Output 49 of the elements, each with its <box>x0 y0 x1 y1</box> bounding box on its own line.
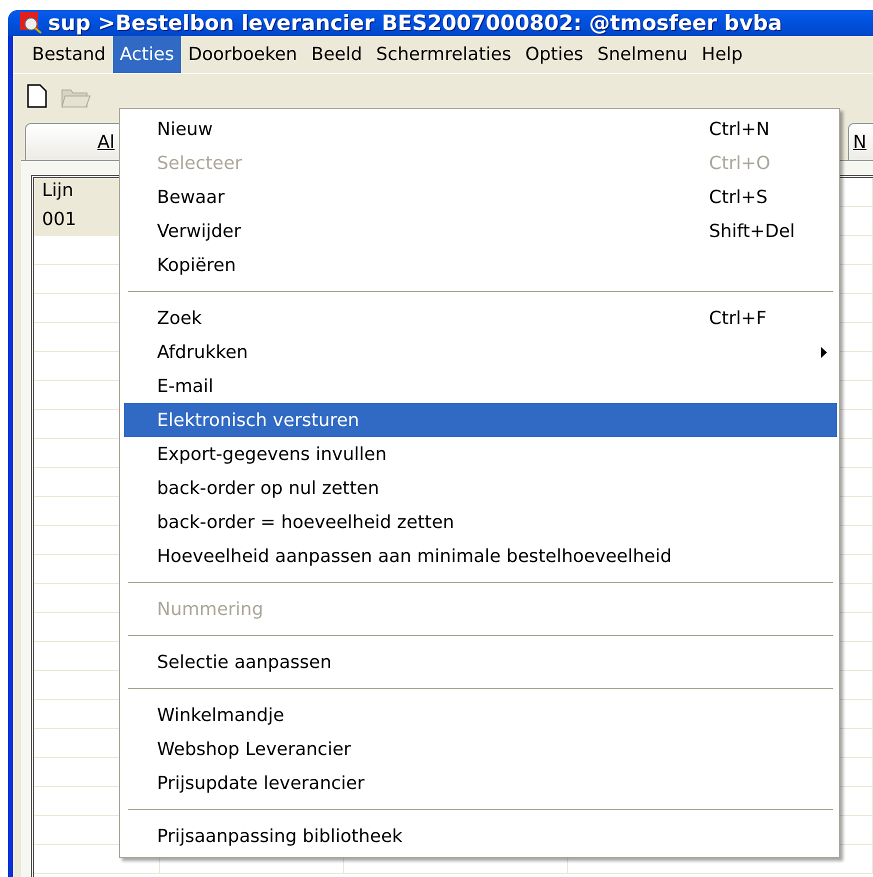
menu-item-label: Export-gegevens invullen <box>157 444 388 464</box>
menu-item-label: Nummering <box>157 598 264 620</box>
menu-item-label: Verwijder <box>157 220 242 242</box>
menu-item-label: back-order op nul zetten <box>157 478 380 498</box>
menu-bar-item[interactable]: Schermrelaties <box>369 36 518 73</box>
menu-item-label: Zoek <box>157 308 203 328</box>
menu-item[interactable]: Winkelmandje <box>124 698 837 732</box>
menu-bar-item[interactable]: Doorboeken <box>181 36 304 73</box>
menu-item[interactable]: Zoek Ctrl+F <box>124 301 837 335</box>
window-title: sup >Bestelbon leverancier BES2007000802: @tmosfeer bvba <box>48 11 782 35</box>
menu-item[interactable]: E-mail <box>124 369 837 403</box>
shortcut-text: Ctrl+S <box>709 186 769 208</box>
menu-item-label: Hoeveelheid aanpassen aan minimale bestelhoeveelheid <box>157 546 673 566</box>
menu-item-label: Elektronisch versturen <box>157 410 360 430</box>
menu-item-label: Afdrukken <box>157 342 249 362</box>
menu-item-label: Winkelmandje <box>157 704 286 726</box>
menu-item[interactable]: Export-gegevens invullen <box>124 437 837 471</box>
menu-bar-item[interactable]: Help <box>694 36 750 73</box>
app-icon <box>20 12 42 34</box>
menu-item-label: Selectie aanpassen <box>157 652 332 672</box>
menu-item[interactable]: back-order = hoeveelheid zetten <box>124 505 837 539</box>
menu-item-label: back-order = hoeveelheid zetten <box>157 512 456 532</box>
menu-bar-item[interactable]: Bestand <box>25 36 113 73</box>
new-document-icon[interactable] <box>27 84 47 108</box>
menu-bar-item[interactable]: Beeld <box>304 36 370 73</box>
menu-item[interactable]: Prijsaanpassing bibliotheek <box>124 819 837 853</box>
menu-item[interactable]: Elektronisch versturen <box>124 403 837 437</box>
menu-item-label: Prijsaanpassing bibliotheek <box>157 826 404 846</box>
menu-bar-item[interactable]: Snelmenu <box>590 36 695 73</box>
shortcut-text: Ctrl+F <box>709 308 768 328</box>
submenu-arrow-icon <box>821 346 827 358</box>
shortcut-text: Ctrl+O <box>709 152 772 174</box>
menu-item[interactable]: Prijsupdate leverancier <box>124 766 837 800</box>
menu-bar-item[interactable]: Opties <box>518 36 590 73</box>
menu-item-label: E-mail <box>157 376 214 396</box>
menu-item[interactable]: Kopiëren <box>124 248 837 282</box>
menu-bar-item[interactable]: Acties <box>112 36 182 73</box>
shortcut-text: Shift+Del <box>709 220 796 242</box>
menu-item-label: Bewaar <box>157 186 226 208</box>
shortcut-text: Ctrl+N <box>709 118 771 140</box>
menu-item[interactable]: Selectie aanpassen <box>124 645 837 679</box>
menu-item-label: Webshop Leverancier <box>157 738 352 760</box>
menu-item[interactable]: Afdrukken <box>124 335 837 369</box>
menu-item-label: Kopiëren <box>157 254 237 276</box>
menu-item[interactable]: Hoeveelheid aanpassen aan minimale bestelhoeveelheid <box>124 539 837 573</box>
menu-item[interactable]: back-order op nul zetten <box>124 471 837 505</box>
menu-item[interactable]: Webshop Leverancier <box>124 732 837 766</box>
menu-item-label: Prijsupdate leverancier <box>157 772 366 794</box>
tab[interactable]: N <box>848 123 873 160</box>
